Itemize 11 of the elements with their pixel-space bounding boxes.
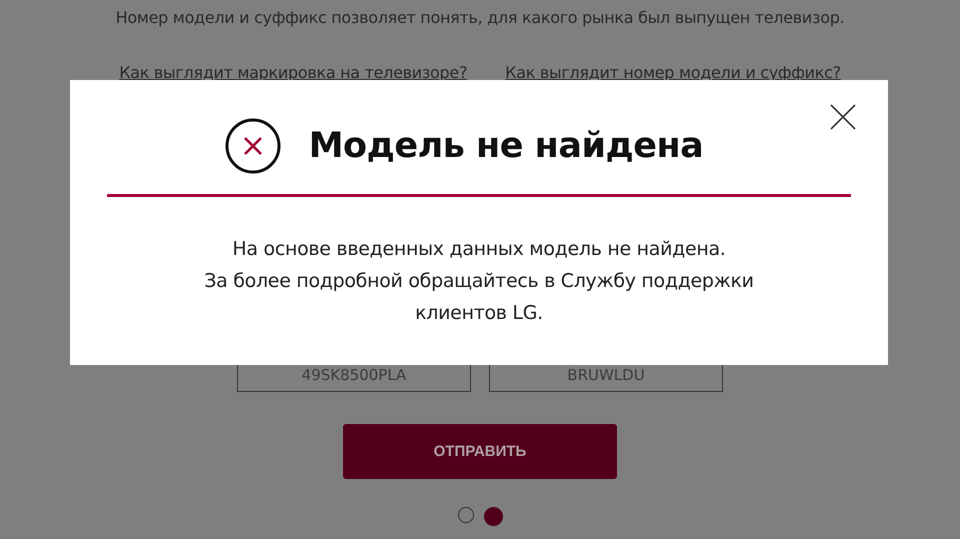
close-icon[interactable]: [830, 104, 856, 130]
dialog-title: Модель не найдена: [308, 126, 704, 166]
step-dot[interactable]: [458, 507, 474, 523]
step-dot[interactable]: [484, 507, 502, 526]
error-icon: [224, 118, 281, 174]
dialog-message: На основе введенных данных модель не найдена.: [231, 237, 727, 262]
dialog-message: За более подробной обращайтесь в Службу поддержки клиентов LG.: [203, 269, 755, 326]
help-link[interactable]: Как выглядит маркировка на телевизоре?: [119, 63, 468, 82]
intro-text: Номер модели и суффикс позволяет понять, для какого рынка был выпущен телевизор.: [116, 8, 844, 27]
submit-button[interactable]: ОТПРАВИТЬ: [343, 424, 617, 479]
help-link[interactable]: Как выглядит номер модели и суффикс?: [505, 63, 841, 82]
